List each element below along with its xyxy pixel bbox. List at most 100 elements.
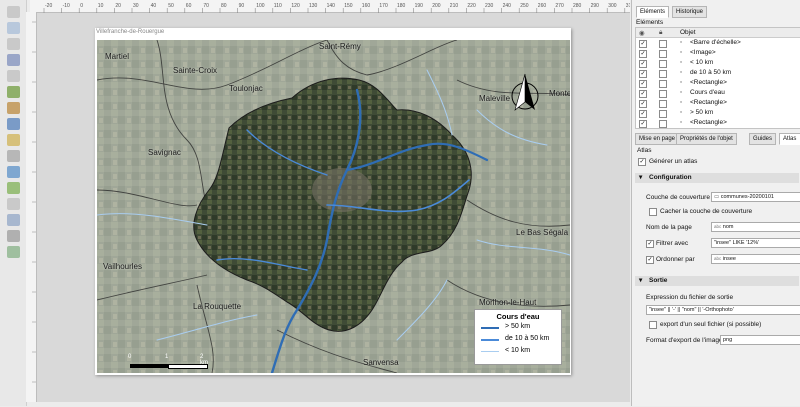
tab-history[interactable]: Historique	[672, 6, 708, 18]
ruler-ticks: -20 -10 0 10 20 30 40 50 60 70 80 90 100 110 120 130 140…	[43, 3, 634, 13]
ruler-tick-label: 290	[591, 3, 600, 9]
map-legend[interactable]: Cours d'eau > 50 km de 10 à 50 km < 10 k…	[474, 309, 562, 365]
format-select[interactable]: png	[720, 335, 800, 345]
ruler-tick-label: -20	[45, 3, 52, 9]
add-legend-icon[interactable]	[7, 166, 20, 178]
config-section-header[interactable]: ▾ Configuration	[635, 173, 799, 183]
add-map-icon[interactable]	[7, 86, 20, 98]
place-label: Vailhourles	[103, 262, 142, 271]
place-label: Savignac	[148, 148, 181, 157]
visibility-checkbox[interactable]: ✓	[639, 100, 647, 108]
hide-coverage-checkbox[interactable]	[649, 208, 657, 216]
element-row[interactable]: ✓ ▫ <Rectangle>	[636, 118, 800, 128]
element-row[interactable]: ✓ ▫ <Barre d'échelle>	[636, 38, 800, 48]
add-picture-icon[interactable]	[7, 118, 20, 130]
tab-elements[interactable]: Eléments	[636, 6, 670, 18]
chevron-down-icon: ▾	[639, 277, 643, 284]
legend-label: > 50 km	[505, 323, 531, 330]
element-row[interactable]: ✓ ▫ < 10 km	[636, 58, 800, 68]
add-scalebar-icon[interactable]	[7, 182, 20, 194]
element-row[interactable]: ✓ ▫ <Image>	[636, 48, 800, 58]
visibility-checkbox[interactable]: ✓	[639, 110, 647, 118]
polygon-layer-icon: ▭	[714, 194, 721, 200]
element-row[interactable]: ✓ ▫ de 10 à 50 km	[636, 68, 800, 78]
single-file-label: export d'un seul fichier (si possible)	[660, 321, 762, 328]
item-type-icon: ▫	[680, 39, 683, 46]
add-html-icon[interactable]	[7, 150, 20, 162]
tab-layout[interactable]: Mise en page	[635, 133, 680, 145]
output-section-header[interactable]: ▾ Sortie	[635, 276, 799, 286]
sort-checkbox[interactable]: ✓	[646, 256, 654, 264]
pan-icon[interactable]	[7, 6, 20, 18]
chevron-down-icon: ▾	[639, 174, 643, 181]
single-file-checkbox[interactable]	[649, 321, 657, 329]
ruler-tick-label: 210	[450, 3, 459, 9]
tab-item-properties[interactable]: Propriétés de l'objet	[676, 133, 737, 145]
zoom-icon[interactable]	[7, 22, 20, 34]
layout-toolbar	[0, 0, 27, 406]
tab-guides[interactable]: Guides	[749, 133, 777, 145]
format-value: png	[723, 337, 733, 343]
ruler-tick-label: 60	[186, 3, 192, 9]
legend-title: Cours d'eau	[496, 312, 540, 321]
element-row[interactable]: ✓ ▫ > 50 km	[636, 108, 800, 118]
lock-checkbox[interactable]	[659, 100, 667, 108]
element-label: > 50 km	[690, 109, 714, 116]
text-field-icon: abc	[714, 256, 722, 261]
visibility-checkbox[interactable]: ✓	[639, 50, 647, 58]
filter-checkbox[interactable]: ✓	[646, 240, 654, 248]
ruler-tick-label: 90	[239, 3, 245, 9]
output-expr-field[interactable]: "insee" || '-' || "nom" || '-Orthophoto'	[646, 305, 800, 315]
add-shape-icon[interactable]	[7, 214, 20, 226]
lock-checkbox[interactable]	[659, 60, 667, 68]
legend-swatch	[481, 327, 499, 329]
visibility-checkbox[interactable]: ✓	[639, 40, 647, 48]
place-label: Sainte-Croix	[173, 66, 218, 75]
visibility-checkbox[interactable]: ✓	[639, 80, 647, 88]
add-3d-map-icon[interactable]	[7, 102, 20, 114]
generate-atlas-checkbox[interactable]: ✓	[638, 158, 646, 166]
scale-label-2: 2 km	[200, 354, 208, 366]
move-content-icon[interactable]	[7, 54, 20, 66]
scale-label-1: 1	[165, 354, 169, 360]
element-label: <Image>	[690, 49, 716, 56]
lock-checkbox[interactable]	[659, 50, 667, 58]
ruler-tick-label: 240	[503, 3, 512, 9]
tab-atlas[interactable]: Atlas	[779, 133, 800, 145]
element-row[interactable]: ✓ ▫ Cours d'eau	[636, 88, 800, 98]
lock-checkbox[interactable]	[659, 110, 667, 118]
element-label: <Rectangle>	[690, 119, 727, 126]
lock-checkbox[interactable]	[659, 80, 667, 88]
ruler-tick-label: 50	[168, 3, 174, 9]
legend-swatch	[481, 339, 499, 341]
visibility-checkbox[interactable]: ✓	[639, 70, 647, 78]
add-label-icon[interactable]	[7, 134, 20, 146]
coverage-layer-select[interactable]: ▭ communes-20200101	[711, 192, 800, 202]
lock-checkbox[interactable]	[659, 120, 667, 128]
ruler-tick-label: 20	[115, 3, 121, 9]
element-row[interactable]: ✓ ▫ <Rectangle>	[636, 98, 800, 108]
page-name-field[interactable]: abc nom	[711, 222, 800, 232]
lock-checkbox[interactable]	[659, 70, 667, 78]
element-row[interactable]: ✓ ▫ <Rectangle>	[636, 78, 800, 88]
select-icon[interactable]	[7, 38, 20, 50]
add-arrow-icon[interactable]	[7, 230, 20, 242]
lock-checkbox[interactable]	[659, 40, 667, 48]
sort-field[interactable]: abc insee	[711, 254, 800, 264]
lock-checkbox[interactable]	[659, 90, 667, 98]
filter-field[interactable]: "insee" LIKE '12%'	[711, 238, 800, 248]
place-label: Martiel	[105, 52, 130, 61]
item-type-icon: ▫	[680, 69, 683, 76]
add-north-arrow-icon[interactable]	[7, 198, 20, 210]
visibility-checkbox[interactable]: ✓	[639, 120, 647, 128]
legend-swatch	[481, 351, 499, 352]
output-expr-label: Expression du fichier de sortie	[646, 294, 734, 301]
edit-nodes-icon[interactable]	[7, 70, 20, 82]
visibility-checkbox[interactable]: ✓	[639, 60, 647, 68]
add-table-icon[interactable]	[7, 246, 20, 258]
element-label: <Rectangle>	[690, 99, 727, 106]
visibility-checkbox[interactable]: ✓	[639, 90, 647, 98]
elements-list[interactable]: ◉ 🔒︎ Objet ✓ ▫ <Barre d'échelle> ✓ ▫ <Image> ✓…	[635, 27, 800, 129]
filter-label: Filtrer avec	[656, 240, 689, 247]
scale-bar[interactable]: 0 1 2 km	[128, 354, 210, 369]
